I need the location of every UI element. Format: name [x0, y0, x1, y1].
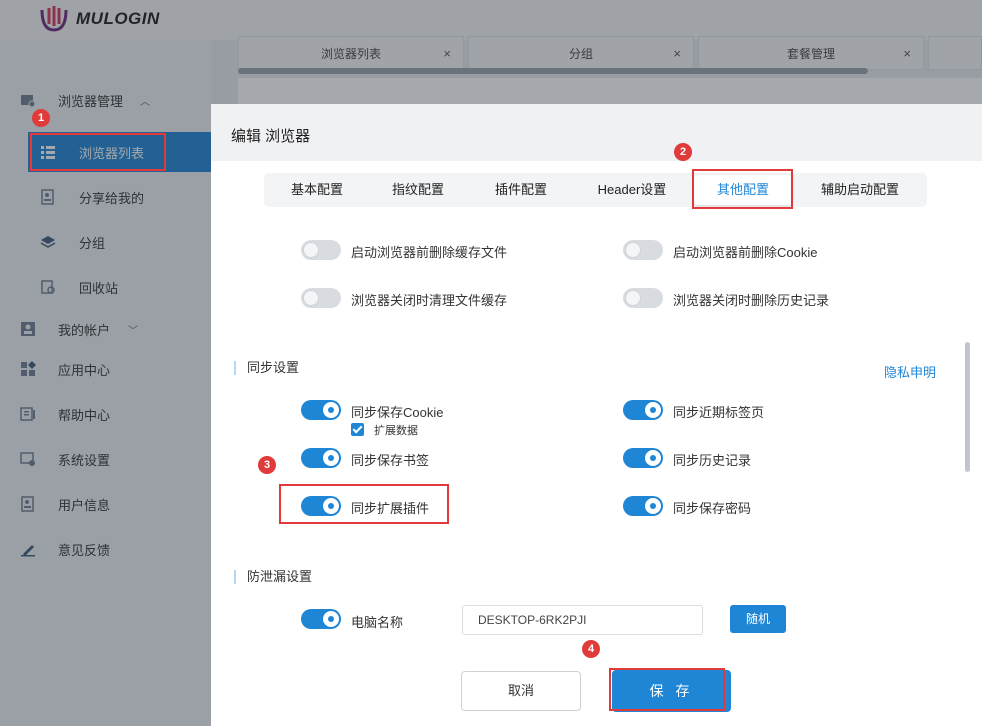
tab-plugin-config[interactable]: 插件配置 [469, 173, 573, 207]
annotation-highlight-sync-extensions [279, 484, 449, 524]
annotation-highlight-save [609, 668, 725, 711]
config-tabs: 基本配置 指纹配置 插件配置 Header设置 其他配置 辅助启动配置 [264, 173, 927, 207]
toggle-knob [645, 402, 661, 418]
annotation-badge: 1 [32, 109, 50, 127]
toggle-knob [303, 242, 319, 258]
toggle-delete-history-on-close[interactable] [623, 288, 663, 308]
toggle-knob [303, 290, 319, 306]
modal-scrollbar[interactable] [965, 342, 970, 472]
annotation-highlight-other-config [692, 169, 793, 209]
tab-assist-launch-config[interactable]: 辅助启动配置 [802, 173, 918, 207]
privacy-statement-link[interactable]: 隐私申明 [884, 362, 936, 381]
computer-name-input[interactable]: DESKTOP-6RK2PJI [462, 605, 703, 635]
toggle-sync-bookmarks[interactable] [301, 448, 341, 468]
extend-data-label: 扩展数据 [374, 425, 418, 437]
option-label: 浏览器关闭时删除历史记录 [673, 293, 830, 308]
annotation-badge: 2 [674, 143, 692, 161]
toggle-sync-passwords[interactable] [623, 496, 663, 516]
option-label: 同步历史记录 [673, 453, 752, 468]
cancel-button[interactable]: 取消 [461, 671, 581, 711]
annotation-badge: 4 [582, 640, 600, 658]
section-title-sync: 同步设置 [234, 361, 299, 375]
option-label: 同步保存书签 [351, 453, 430, 468]
toggle-sync-history[interactable] [623, 448, 663, 468]
option-label: 浏览器关闭时清理文件缓存 [351, 293, 508, 308]
toggle-knob [645, 498, 661, 514]
annotation-highlight-browser-list [30, 133, 166, 171]
modal-header: 编辑 浏览器 [211, 104, 982, 161]
option-label: 启动浏览器前删除缓存文件 [351, 245, 508, 260]
extend-data-checkbox[interactable] [351, 423, 364, 436]
modal-title: 编辑 浏览器 [231, 128, 311, 145]
toggle-knob [645, 450, 661, 466]
toggle-sync-recent-tabs[interactable] [623, 400, 663, 420]
toggle-sync-cookie[interactable] [301, 400, 341, 420]
toggle-knob [323, 611, 339, 627]
edit-browser-modal: 编辑 浏览器 基本配置 指纹配置 插件配置 Header设置 其他配置 辅助启动… [211, 104, 982, 726]
tab-header-settings[interactable]: Header设置 [579, 173, 685, 207]
toggle-knob [625, 290, 641, 306]
option-label: 启动浏览器前删除Cookie [673, 245, 818, 260]
annotation-badge: 3 [258, 456, 276, 474]
toggle-knob [625, 242, 641, 258]
toggle-clear-cache-on-close[interactable] [301, 288, 341, 308]
toggle-computer-name[interactable] [301, 609, 341, 629]
toggle-knob [323, 402, 339, 418]
option-label: 同步保存密码 [673, 501, 752, 516]
option-label: 同步近期标签页 [673, 405, 765, 420]
tab-fingerprint-config[interactable]: 指纹配置 [366, 173, 470, 207]
toggle-delete-cookie-before-launch[interactable] [623, 240, 663, 260]
option-label: 同步保存Cookie [351, 405, 444, 420]
computer-name-label: 电脑名称 [351, 615, 404, 630]
toggle-knob [323, 450, 339, 466]
random-button[interactable]: 随机 [730, 605, 786, 633]
toggle-delete-cache-before-launch[interactable] [301, 240, 341, 260]
tab-basic-config[interactable]: 基本配置 [264, 173, 370, 207]
section-title-leak-protection: 防泄漏设置 [234, 570, 312, 584]
